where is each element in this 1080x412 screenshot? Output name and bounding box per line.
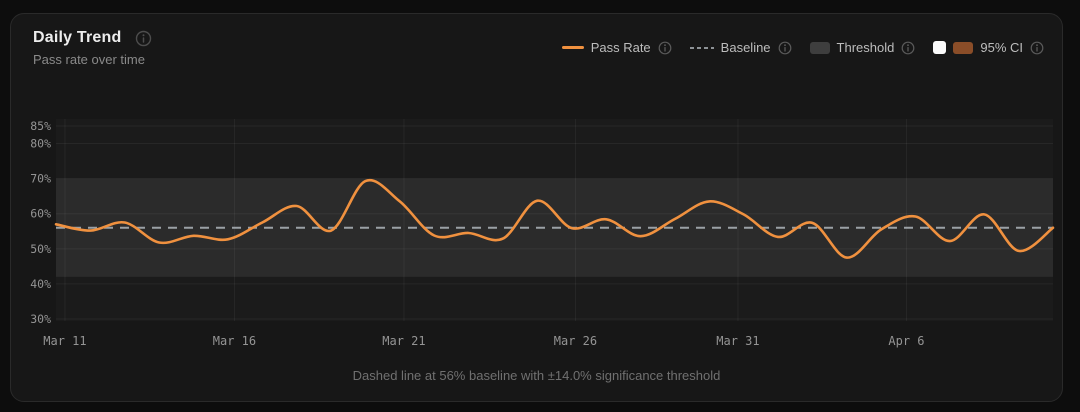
legend-label: Baseline: [721, 40, 771, 55]
y-tick-label: 60%: [30, 207, 51, 221]
info-icon[interactable]: [658, 41, 672, 55]
chart-caption: Dashed line at 56% baseline with ±14.0% …: [11, 368, 1062, 383]
legend-label: Threshold: [837, 40, 895, 55]
legend-label: 95% CI: [980, 40, 1023, 55]
daily-trend-chart[interactable]: 85% 80% 70% 60% 50% 40% 30% Mar 11 Mar 16 Mar 21 M…: [11, 14, 1064, 403]
legend-item-baseline[interactable]: Baseline: [690, 40, 792, 55]
x-tick-label: Mar 11: [43, 334, 86, 348]
y-tick-label: 40%: [30, 277, 51, 291]
x-tick-label: Mar 31: [716, 334, 759, 348]
y-tick-label: 85%: [30, 119, 51, 133]
y-tick-label: 80%: [30, 137, 51, 151]
95-ci-swatch-white: [933, 41, 946, 54]
x-tick-label: Mar 26: [554, 334, 597, 348]
legend-item-pass-rate[interactable]: Pass Rate: [562, 40, 672, 55]
y-tick-label: 70%: [30, 172, 51, 186]
y-tick-label: 30%: [30, 312, 51, 326]
x-tick-label: Mar 21: [382, 334, 425, 348]
x-tick-label: Mar 16: [213, 334, 256, 348]
legend-item-95-ci[interactable]: 95% CI: [933, 40, 1044, 55]
chart-legend: Pass Rate Baseline Threshold 95% CI: [562, 40, 1044, 55]
info-icon[interactable]: [1030, 41, 1044, 55]
legend-label: Pass Rate: [591, 40, 651, 55]
info-icon[interactable]: [901, 41, 915, 55]
95-ci-swatch-brown: [953, 42, 973, 54]
x-tick-label: Apr 6: [888, 334, 924, 348]
chart-header: Daily Trend Pass rate over time: [33, 29, 152, 67]
pass-rate-swatch: [562, 46, 584, 49]
baseline-swatch: [690, 46, 714, 50]
y-tick-label: 50%: [30, 242, 51, 256]
chart-subtitle: Pass rate over time: [33, 52, 152, 67]
info-icon[interactable]: [135, 30, 152, 47]
page-title: Daily Trend: [33, 29, 121, 47]
legend-item-threshold[interactable]: Threshold: [810, 40, 916, 55]
daily-trend-card: 85% 80% 70% 60% 50% 40% 30% Mar 11 Mar 16 Mar 21 M…: [10, 13, 1063, 402]
info-icon[interactable]: [778, 41, 792, 55]
threshold-swatch: [810, 42, 830, 54]
